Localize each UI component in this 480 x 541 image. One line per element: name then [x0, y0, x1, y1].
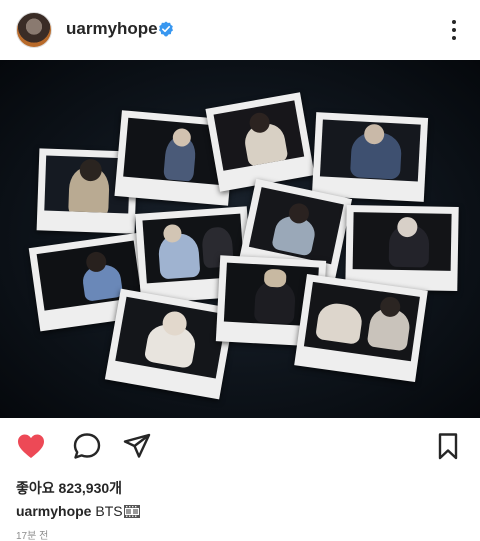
- caption-text: BTS: [95, 503, 123, 519]
- more-options-icon[interactable]: [446, 18, 462, 42]
- comment-icon[interactable]: [72, 432, 102, 460]
- caption-username[interactable]: uarmyhope: [16, 503, 91, 519]
- film-frames-icon: [123, 505, 140, 518]
- send-icon[interactable]: [122, 432, 152, 460]
- polaroid-3: [205, 92, 315, 192]
- caption: uarmyhope BTS: [16, 503, 140, 519]
- post-header: uarmyhope: [0, 0, 480, 60]
- polaroid-11: [294, 273, 428, 383]
- polaroid-4: [311, 112, 429, 202]
- post-image[interactable]: [0, 60, 480, 418]
- action-bar: [0, 418, 480, 474]
- polaroid-9: [104, 288, 236, 400]
- likes-count[interactable]: 좋아요 823,930개: [16, 478, 122, 498]
- heart-icon[interactable]: [16, 432, 46, 460]
- avatar[interactable]: [16, 12, 52, 48]
- bookmark-icon[interactable]: [433, 432, 463, 460]
- polaroid-8: [345, 205, 459, 291]
- username[interactable]: uarmyhope: [66, 19, 158, 39]
- post-time: 17분 전: [16, 531, 49, 541]
- verified-badge-icon: [159, 21, 173, 37]
